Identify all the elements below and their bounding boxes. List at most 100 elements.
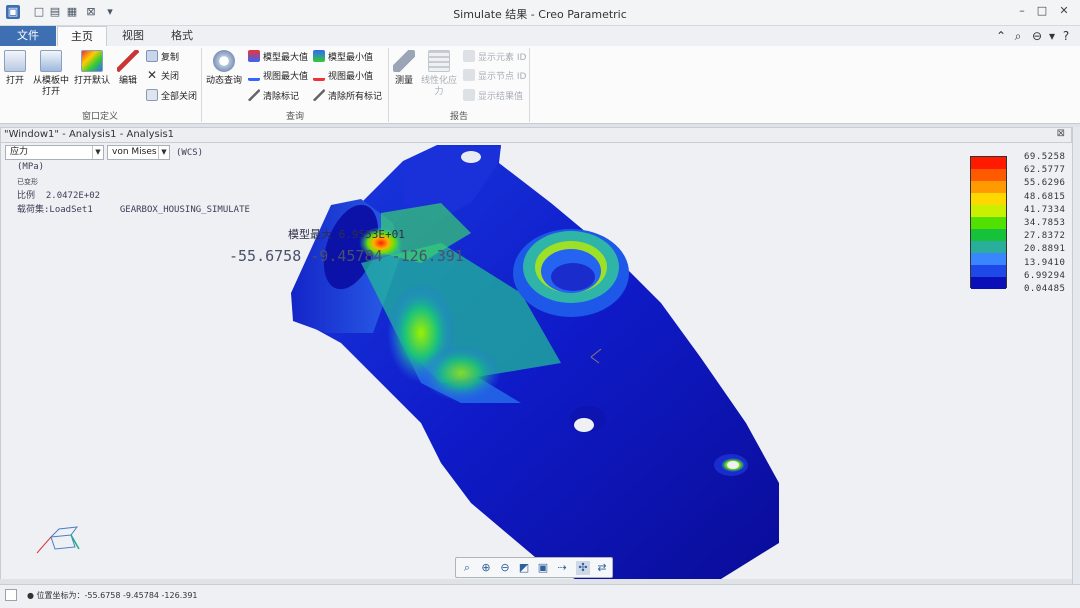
legend-value: 6.99294 xyxy=(1024,270,1066,281)
close-button[interactable]: ✕ xyxy=(1054,4,1074,20)
tab-home[interactable]: 主页 xyxy=(57,26,107,46)
model-min-button[interactable]: 模型最小值 xyxy=(313,48,373,64)
legend-color-cell xyxy=(971,277,1006,289)
legend-color-cell xyxy=(971,241,1006,253)
zoom-in-icon[interactable]: ⊕ xyxy=(479,561,493,575)
legend-color-cell xyxy=(971,193,1006,205)
zoom-out-icon[interactable]: ⊖ xyxy=(498,561,512,575)
open-default-button[interactable]: 打开默认 xyxy=(73,50,111,87)
saved-views-icon[interactable]: ▣ xyxy=(536,561,550,575)
node-id-icon xyxy=(463,69,475,81)
component-select[interactable]: von Mises ▼ xyxy=(107,145,170,160)
repaint-icon[interactable]: ◩ xyxy=(517,561,531,575)
ruler-icon xyxy=(393,50,415,72)
scroll-strip[interactable] xyxy=(1072,127,1080,584)
view-max-icon xyxy=(248,69,260,81)
view-toolbar: ⌕ ⊕ ⊖ ◩ ▣ ⇢ ✣ ⇄ xyxy=(455,557,613,578)
model-min-icon xyxy=(313,50,325,62)
linearize-stress-button[interactable]: 线性化应力 xyxy=(420,50,458,98)
result-window-title: "Window1" - Analysis1 - Analysis1 xyxy=(4,129,175,140)
message-log-button[interactable] xyxy=(5,589,17,601)
legend-color-cell xyxy=(971,217,1006,229)
legend-value: 69.5258 xyxy=(1024,152,1066,162)
chevron-down-icon: ▼ xyxy=(158,146,169,159)
scale-label: 比例 2.0472E+02 xyxy=(17,191,101,201)
refit-icon[interactable]: ⌕ xyxy=(460,561,474,575)
color-legend xyxy=(970,156,1007,289)
tab-file[interactable]: 文件 xyxy=(0,26,56,46)
loadset-label: 载荷集:LoadSet1 GEARBOX_HOUSING_SIMULATE xyxy=(17,205,250,215)
result-window-titlebar: "Window1" - Analysis1 - Analysis1 ⊠ xyxy=(0,127,1072,143)
legend-value: 13.9410 xyxy=(1024,257,1066,268)
copy-icon xyxy=(146,50,158,62)
graphics-viewport[interactable]: 应力 ▼ von Mises ▼ (WCS) (MPa) 已变形 比例 2.04… xyxy=(0,143,1072,579)
tab-view[interactable]: 视图 xyxy=(110,26,156,46)
mounting-hole-upper-bore xyxy=(574,418,594,432)
title-bar: ▣ □ ▤ ▦ ⊠ ▾ Simulate 结果 - Creo Parametri… xyxy=(0,0,1080,26)
units-label: (MPa) xyxy=(17,162,45,172)
deformed-label: 已变形 xyxy=(17,178,38,186)
model-max-button[interactable]: 模型最大值 xyxy=(248,48,308,64)
element-id-icon xyxy=(463,50,475,62)
ribbon-tabs: 文件 主页 视图 格式 ⌃ ⌕ ⊖ ▾ ? xyxy=(0,26,1080,46)
open-from-template-button[interactable]: 从模板中打开 xyxy=(31,50,71,98)
eraser-icon xyxy=(248,89,260,101)
status-message: ● 位置坐标为：-55.6758 -9.45784 -126.391 xyxy=(27,591,198,600)
maximize-button[interactable]: □ xyxy=(1032,4,1052,20)
legend-color-cell xyxy=(971,205,1006,217)
eraser-all-icon xyxy=(313,89,325,101)
annotation-display-icon[interactable]: ⇄ xyxy=(595,561,609,575)
close-icon[interactable]: ⊠ xyxy=(1057,128,1065,139)
mounting-hole-lower-bore xyxy=(727,461,739,469)
coordinate-system-label: (WCS) xyxy=(176,148,204,158)
open-button[interactable]: 打开 xyxy=(2,50,28,87)
view-min-button[interactable]: 视图最小值 xyxy=(313,67,373,83)
stress-zone-lower xyxy=(421,345,501,401)
template-icon xyxy=(40,50,62,72)
show-result-value-button[interactable]: 显示结果值 xyxy=(463,87,523,103)
group-label-query: 查询 xyxy=(285,112,304,122)
legend-color-cell xyxy=(971,265,1006,277)
edit-button[interactable]: 编辑 xyxy=(115,50,141,87)
quantity-select[interactable]: 应力 ▼ xyxy=(5,145,104,160)
close-results-button[interactable]: ✕ 关闭 xyxy=(146,67,179,83)
legend-value: 48.6815 xyxy=(1024,191,1066,202)
query-icon xyxy=(213,50,235,72)
view-min-icon xyxy=(313,69,325,81)
spin-center-icon[interactable]: ✣ xyxy=(576,561,590,575)
clear-all-marks-button[interactable]: 清除所有标记 xyxy=(313,87,382,103)
group-label-report: 报告 xyxy=(449,112,468,122)
copy-button[interactable]: 复制 xyxy=(146,48,179,64)
show-node-id-button[interactable]: 显示节点 ID xyxy=(463,67,526,83)
show-element-id-button[interactable]: 显示元素 ID xyxy=(463,48,526,64)
measure-button[interactable]: 测量 xyxy=(391,50,417,87)
search-icon[interactable]: ⌕ xyxy=(1011,29,1025,44)
help-icon[interactable]: ? xyxy=(1059,29,1073,43)
result-value-icon xyxy=(463,89,475,101)
clear-marks-button[interactable]: 清除标记 xyxy=(248,87,299,103)
chevron-down-icon: ▼ xyxy=(92,146,103,159)
collapse-ribbon-icon[interactable]: ⌃ xyxy=(994,29,1008,43)
window-title: Simulate 结果 - Creo Parametric xyxy=(453,8,627,21)
legend-value: 0.04485 xyxy=(1024,284,1066,294)
chevron-down-icon[interactable]: ▾ xyxy=(1045,29,1059,43)
orientation-triad xyxy=(36,526,80,554)
close-all-button[interactable]: 全部关闭 xyxy=(146,87,197,103)
view-max-button[interactable]: 视图最大值 xyxy=(248,67,308,83)
display-style-icon[interactable]: ⇢ xyxy=(555,561,569,575)
minimize-button[interactable]: – xyxy=(1012,4,1032,20)
close-icon: ✕ xyxy=(146,68,158,82)
tab-format[interactable]: 格式 xyxy=(158,26,206,46)
legend-color-cell xyxy=(971,181,1006,193)
legend-color-cell xyxy=(971,157,1006,169)
legend-value: 55.6296 xyxy=(1024,178,1066,189)
bore-deep xyxy=(551,263,595,291)
dynamic-query-button[interactable]: 动态查询 xyxy=(205,50,243,87)
lug-hole xyxy=(461,151,481,163)
open-results-icon xyxy=(4,50,26,72)
legend-value: 41.7334 xyxy=(1024,204,1066,215)
default-template-icon xyxy=(81,50,103,72)
legend-color-cell xyxy=(971,169,1006,181)
pencil-icon xyxy=(117,50,139,72)
settings-icon[interactable]: ⊖ xyxy=(1030,29,1044,43)
